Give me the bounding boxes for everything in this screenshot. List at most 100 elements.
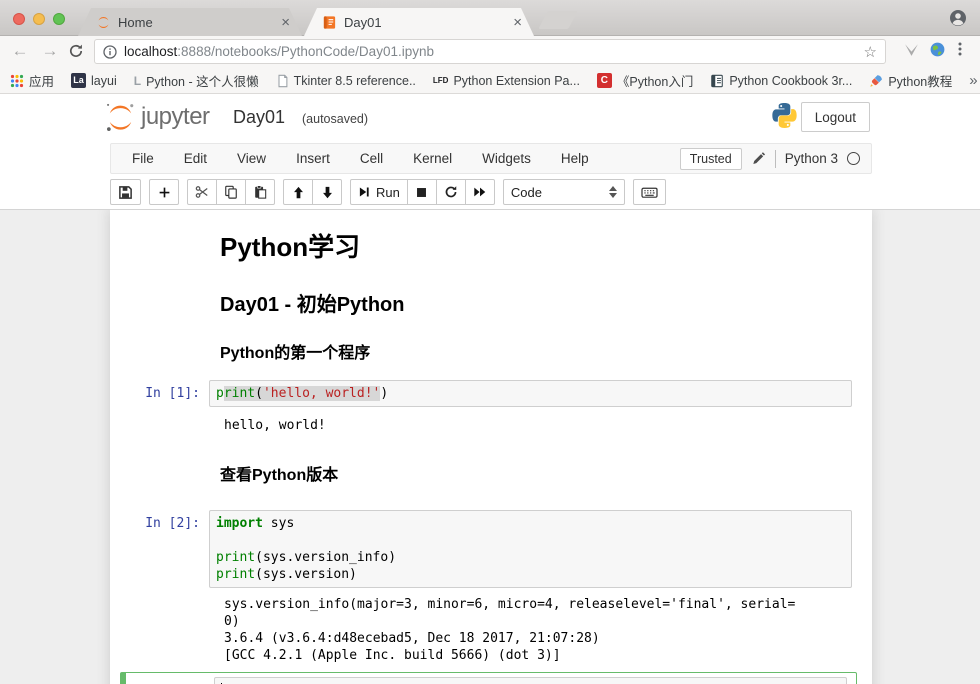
menu-kernel[interactable]: Kernel bbox=[398, 144, 467, 173]
menu-widgets[interactable]: Widgets bbox=[467, 144, 546, 173]
extension-globe-icon[interactable] bbox=[929, 41, 946, 58]
cell-type-value: Code bbox=[511, 185, 542, 200]
bookmark-label: layui bbox=[91, 74, 117, 88]
bookmark-tkinter[interactable]: Tkinter 8.5 reference.. bbox=[276, 74, 416, 88]
jupyter-header: jupyter Day01 (autosaved) Logout bbox=[0, 94, 980, 141]
extension-v-icon[interactable] bbox=[903, 41, 920, 58]
tab-title: Home bbox=[118, 15, 272, 30]
zoom-window-button[interactable] bbox=[53, 13, 65, 25]
reload-icon[interactable] bbox=[68, 41, 88, 59]
markdown-heading-3[interactable]: Python的第一个程序 bbox=[220, 339, 857, 363]
code-input[interactable]: import sys print(sys.version_info)print(… bbox=[209, 510, 852, 588]
url-path: :8888/notebooks/PythonCode/Day01.ipynb bbox=[177, 44, 434, 59]
code-cell-2[interactable]: In [2]: import sys print(sys.version_inf… bbox=[110, 510, 872, 588]
bookmarks-overflow-chevron[interactable]: » bbox=[969, 72, 977, 89]
command-palette-button[interactable] bbox=[633, 179, 666, 205]
bookmarks-bar: 应用 La layui L Python - 这个人很懒 Tkinter 8.5… bbox=[0, 67, 980, 94]
restart-kernel-button[interactable] bbox=[436, 179, 466, 205]
bookmark-layui[interactable]: La layui bbox=[71, 73, 117, 88]
tab-home[interactable]: Home × bbox=[78, 8, 302, 36]
logout-button[interactable]: Logout bbox=[801, 102, 870, 132]
move-cell-down-button[interactable] bbox=[312, 179, 342, 205]
markdown-heading-1[interactable]: Python学习 bbox=[220, 227, 857, 264]
bookmark-label: Python Extension Pa... bbox=[453, 74, 579, 88]
bookmark-label: 《Python入门 bbox=[617, 71, 693, 90]
lfd-icon: LFD bbox=[433, 76, 449, 85]
code-input-empty[interactable] bbox=[214, 677, 847, 684]
notebook-toolbar: Run Code bbox=[110, 179, 666, 205]
input-prompt: In [2]: bbox=[110, 510, 209, 588]
menu-view[interactable]: View bbox=[222, 144, 281, 173]
checkpoint-status: (autosaved) bbox=[302, 112, 368, 126]
forward-icon[interactable]: → bbox=[40, 41, 60, 61]
bookmark-python-intro[interactable]: C 《Python入门 bbox=[597, 71, 693, 90]
bookmark-label: Tkinter 8.5 reference.. bbox=[294, 74, 416, 88]
code-cell-1[interactable]: In [1]: print('hello, world!') bbox=[110, 380, 872, 407]
site-info-icon[interactable] bbox=[103, 45, 117, 59]
cell-type-dropdown[interactable]: Code bbox=[503, 179, 625, 205]
menu-insert[interactable]: Insert bbox=[281, 144, 345, 173]
menu-row: File Edit View Insert Cell Kernel Widget… bbox=[0, 141, 980, 177]
restart-run-all-button[interactable] bbox=[465, 179, 495, 205]
profile-icon[interactable] bbox=[949, 9, 967, 27]
markdown-heading-2[interactable]: Day01 - 初始Python bbox=[220, 288, 857, 317]
run-label: Run bbox=[376, 185, 400, 200]
input-prompt: In [1]: bbox=[110, 380, 209, 407]
kernel-idle-indicator-icon bbox=[847, 152, 860, 165]
browser-menu-icon[interactable] bbox=[952, 41, 968, 57]
markdown-heading-4[interactable]: 查看Python版本 bbox=[220, 461, 857, 485]
minimize-window-button[interactable] bbox=[33, 13, 45, 25]
close-tab-icon[interactable]: × bbox=[511, 15, 524, 30]
cell-1-output: hello, world! bbox=[218, 417, 852, 434]
edit-title-pencil-icon[interactable] bbox=[751, 151, 766, 166]
move-cell-up-button[interactable] bbox=[283, 179, 313, 205]
bookmark-python-cookbook[interactable]: Python Cookbook 3r... bbox=[710, 74, 852, 88]
bookmark-python-tutorial[interactable]: Python教程 bbox=[869, 71, 952, 90]
jupyter-logo-icon[interactable] bbox=[104, 101, 137, 134]
add-cell-button[interactable] bbox=[149, 179, 179, 205]
jupyter-favicon bbox=[96, 15, 111, 30]
close-tab-icon[interactable]: × bbox=[279, 15, 292, 30]
notebook-body: Python学习 Day01 - 初始Python Python的第一个程序 I… bbox=[0, 210, 980, 684]
menu-edit[interactable]: Edit bbox=[169, 144, 222, 173]
bookmark-python-blog[interactable]: L Python - 这个人很懒 bbox=[134, 71, 259, 90]
divider bbox=[775, 150, 776, 168]
traffic-lights bbox=[13, 13, 65, 25]
save-button[interactable] bbox=[110, 179, 141, 205]
notebook-favicon bbox=[322, 15, 337, 30]
close-window-button[interactable] bbox=[13, 13, 25, 25]
cell-2-output: sys.version_info(major=3, minor=6, micro… bbox=[218, 596, 852, 664]
back-icon[interactable]: ← bbox=[10, 41, 30, 61]
interrupt-kernel-button[interactable] bbox=[407, 179, 437, 205]
copy-cell-button[interactable] bbox=[216, 179, 246, 205]
code-input[interactable]: print('hello, world!') bbox=[209, 380, 852, 407]
dropdown-arrows-icon bbox=[609, 186, 617, 198]
tab-title: Day01 bbox=[344, 15, 504, 30]
bookmark-star-icon[interactable]: ☆ bbox=[864, 43, 877, 61]
red-c-icon: C bbox=[597, 73, 612, 88]
menu-help[interactable]: Help bbox=[546, 144, 604, 173]
address-bar[interactable]: localhost:8888/notebooks/PythonCode/Day0… bbox=[94, 39, 886, 64]
menu-cell[interactable]: Cell bbox=[345, 144, 398, 173]
run-cell-button[interactable]: Run bbox=[350, 179, 408, 205]
url-text: localhost:8888/notebooks/PythonCode/Day0… bbox=[124, 44, 434, 59]
window-titlebar: Home × Day01 × bbox=[0, 0, 980, 36]
cut-cell-button[interactable] bbox=[187, 179, 217, 205]
tab-day01[interactable]: Day01 × bbox=[304, 8, 534, 36]
url-row: ← → localhost:8888/notebooks/PythonCode/… bbox=[0, 36, 980, 67]
toolbar-row: Run Code bbox=[0, 177, 980, 210]
bookmark-apps[interactable]: 应用 bbox=[10, 71, 54, 90]
trusted-button[interactable]: Trusted bbox=[680, 148, 742, 170]
code-cell-3-selected[interactable]: In [ ]: bbox=[120, 672, 857, 684]
menu-file[interactable]: File bbox=[117, 144, 169, 173]
jupyter-wordmark[interactable]: jupyter bbox=[141, 103, 210, 131]
book-icon bbox=[710, 74, 724, 88]
kernel-name: Python 3 bbox=[785, 151, 838, 166]
layui-icon: La bbox=[71, 73, 86, 88]
page-icon bbox=[276, 74, 289, 88]
notebook-menubar: File Edit View Insert Cell Kernel Widget… bbox=[110, 143, 872, 174]
paste-cell-button[interactable] bbox=[245, 179, 275, 205]
bookmark-python-extension[interactable]: LFD Python Extension Pa... bbox=[433, 74, 580, 88]
new-tab-button[interactable] bbox=[538, 11, 578, 29]
notebook-title[interactable]: Day01 bbox=[233, 107, 285, 128]
